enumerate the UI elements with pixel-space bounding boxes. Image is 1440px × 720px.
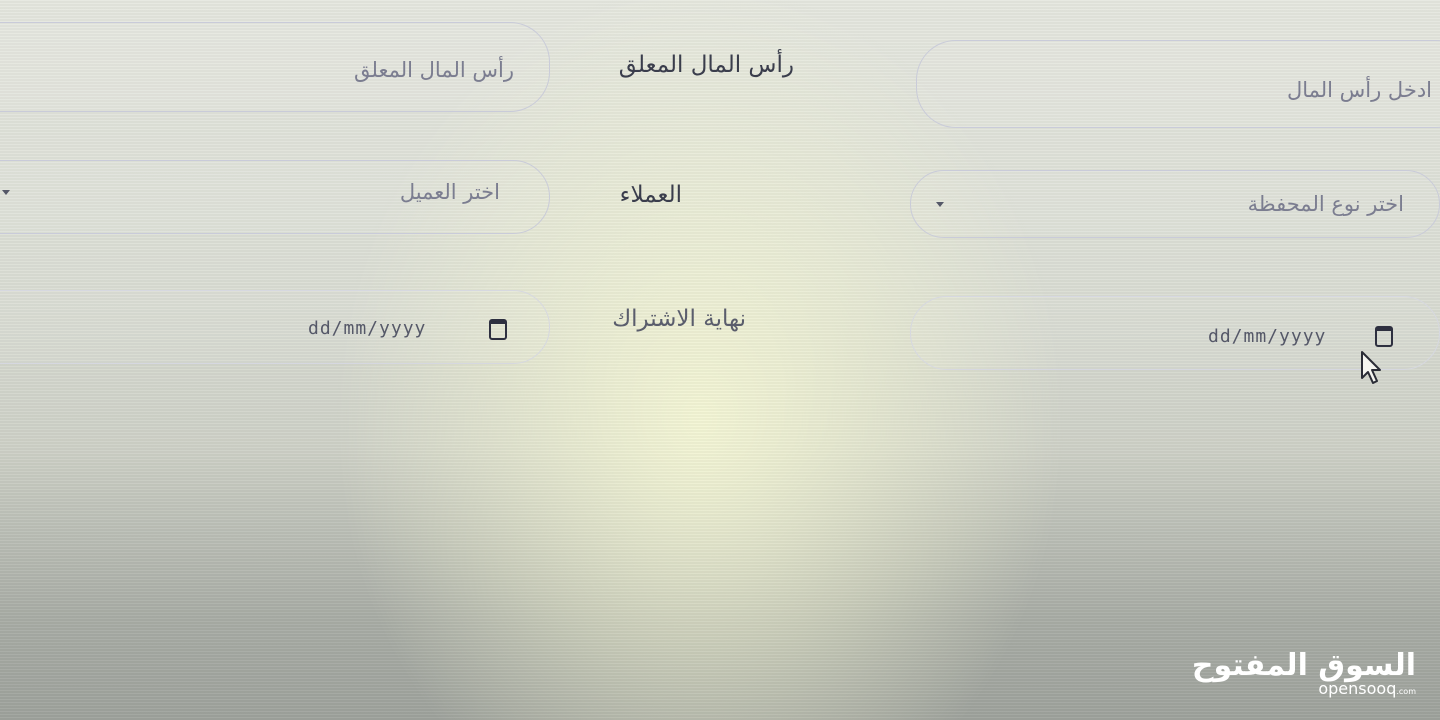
watermark-arabic: السوق المفتوح [1191,648,1416,683]
chevron-down-icon[interactable] [936,202,944,207]
suspended-capital-label: رأس المال المعلق [618,52,794,78]
mouse-cursor-icon [1361,351,1381,384]
clients-label: العملاء [619,182,682,208]
chevron-down-icon[interactable] [2,190,10,195]
calendar-icon[interactable] [489,319,507,340]
suspended-capital-input-placeholder: رأس المال المعلق [354,58,514,82]
client-select-placeholder: اختر العميل [399,180,500,204]
date-placeholder-right: dd/mm/yyyy [1208,326,1327,347]
calendar-icon[interactable] [1375,326,1393,347]
portfolio-type-placeholder: اختر نوع المحفظة [1247,192,1404,216]
watermark-tld: .com [1396,687,1416,696]
capital-input-placeholder: ادخل رأس المال [1286,78,1432,102]
opensooq-watermark: السوق المفتوح opensooq.com [1192,648,1416,698]
date-placeholder-left: dd/mm/yyyy [308,318,427,339]
subscription-end-date-input-left[interactable] [0,290,550,364]
watermark-brand: opensooq [1318,679,1397,698]
subscription-end-label: نهاية الاشتراك [612,306,746,332]
